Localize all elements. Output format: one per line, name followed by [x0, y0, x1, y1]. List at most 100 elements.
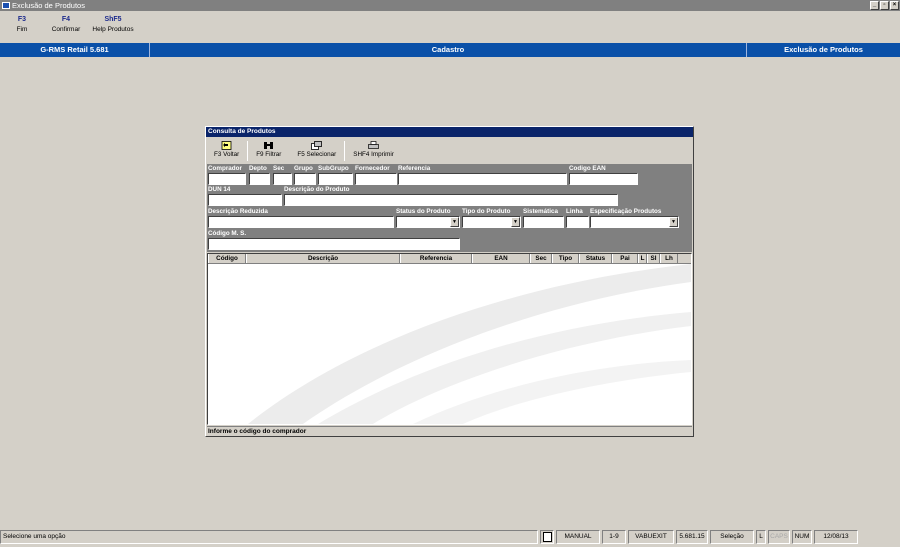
fkey-fim[interactable]: F3 Fim	[0, 15, 44, 41]
grupo-input[interactable]	[294, 173, 316, 185]
grupo-label: Grupo	[294, 165, 313, 172]
filter-panel: Comprador Depto Sec Grupo SubGrupo Forne…	[207, 164, 692, 252]
tipo-produto-select[interactable]: ▼	[462, 216, 521, 228]
sec-input[interactable]	[273, 173, 292, 185]
column-header[interactable]: Tipo	[552, 254, 579, 263]
depto-label: Depto	[249, 165, 267, 172]
imprimir-button[interactable]: SHF4 Imprimir	[345, 139, 402, 163]
tool-label: F3 Voltar	[214, 151, 240, 158]
fkey-label: Confirmar	[51, 26, 81, 33]
screen-title: Exclusão de Produtos	[784, 45, 863, 54]
especificacao-select[interactable]: ▼	[590, 216, 679, 228]
tool-label: F5 Selecionar	[297, 151, 337, 158]
dialog-toolbar: F3 Voltar F9 Filtrar F5 Selecionar SHF4 …	[206, 139, 402, 163]
watermark-swoosh	[248, 264, 691, 424]
document-icon	[540, 530, 554, 544]
column-header[interactable]: EAN	[472, 254, 530, 263]
codigo-ean-label: Codigo EAN	[569, 165, 606, 172]
select-icon	[311, 141, 323, 150]
subgrupo-label: SubGrupo	[318, 165, 349, 172]
codigo-ean-input[interactable]	[569, 173, 638, 185]
header-band: G-RMS Retail 5.681 Cadastro Exclusão de …	[0, 43, 900, 57]
fkey-confirmar[interactable]: F4 Confirmar	[44, 15, 88, 41]
comprador-label: Comprador	[208, 165, 242, 172]
comprador-input[interactable]	[208, 173, 246, 185]
status-mode: MANUAL	[556, 530, 600, 544]
column-header[interactable]: L	[638, 254, 647, 263]
status-action: Seleção	[710, 530, 754, 544]
section-title: Cadastro	[150, 43, 747, 57]
descricao-reduzida-input[interactable]	[208, 216, 394, 228]
tool-label: SHF4 Imprimir	[353, 151, 394, 158]
fkey-key: ShF5	[104, 16, 122, 23]
app-version: G-RMS Retail 5.681	[0, 43, 150, 57]
column-header[interactable]: Pai	[612, 254, 638, 263]
selecionar-button[interactable]: F5 Selecionar	[289, 139, 344, 163]
tipo-produto-label: Tipo do Produto	[462, 208, 511, 215]
fornecedor-input[interactable]	[355, 173, 397, 185]
window-titlebar: Exclusão de Produtos _ ▫ ×	[0, 0, 900, 11]
codigo-ms-input[interactable]	[208, 238, 460, 250]
maximize-button[interactable]: ▫	[880, 1, 889, 10]
fornecedor-label: Fornecedor	[355, 165, 390, 172]
tool-label: F9 Filtrar	[256, 151, 282, 158]
referencia-input[interactable]	[398, 173, 567, 185]
depto-input[interactable]	[249, 173, 270, 185]
window-title: Exclusão de Produtos	[12, 1, 85, 10]
dun14-label: DUN 14	[208, 186, 231, 193]
referencia-label: Referencia	[398, 165, 431, 172]
hint-text: Informe o código do comprador	[207, 426, 692, 435]
fkey-key: F4	[61, 16, 71, 23]
sistematica-input[interactable]	[523, 216, 564, 228]
chevron-down-icon[interactable]: ▼	[511, 217, 520, 227]
status-bar: Selecione uma opção MANUAL 1-9 VABUEXIT …	[0, 529, 900, 545]
column-header[interactable]: Referencia	[400, 254, 472, 263]
status-version: 5.681.15	[676, 530, 708, 544]
status-l: L	[756, 530, 766, 544]
status-caps: CAPS	[768, 530, 790, 544]
column-header[interactable]: Status	[579, 254, 612, 263]
linha-label: Linha	[566, 208, 583, 215]
minimize-button[interactable]: _	[870, 1, 879, 10]
dun14-input[interactable]	[208, 194, 282, 206]
column-header[interactable]: Lh	[660, 254, 678, 263]
column-header[interactable]: Código	[208, 254, 246, 263]
app-icon	[2, 2, 10, 9]
status-num: NUM	[792, 530, 812, 544]
status-program: VABUEXIT	[628, 530, 674, 544]
results-grid[interactable]: Código Descrição Referencia EAN Sec Tipo…	[207, 253, 692, 425]
status-produto-label: Status do Produto	[396, 208, 451, 215]
codigo-ms-label: Código M. S.	[208, 230, 247, 237]
close-button[interactable]: ×	[890, 1, 899, 10]
binoculars-icon	[263, 141, 274, 150]
chevron-down-icon[interactable]: ▼	[669, 217, 678, 227]
fkey-label: Help Produtos	[92, 26, 134, 33]
dialog-title: Consulta de Produtos	[206, 127, 693, 137]
column-header[interactable]: Descrição	[246, 254, 400, 263]
descricao-produto-input[interactable]	[284, 194, 618, 206]
fkey-help-produtos[interactable]: ShF5 Help Produtos	[88, 15, 138, 41]
consulta-produtos-dialog: Consulta de Produtos F3 Voltar F9 Filtra…	[205, 126, 694, 437]
descricao-reduzida-label: Descrição Reduzida	[208, 208, 268, 215]
voltar-button[interactable]: F3 Voltar	[206, 139, 247, 163]
filtrar-button[interactable]: F9 Filtrar	[248, 139, 289, 163]
status-message: Selecione uma opção	[0, 530, 538, 544]
column-header[interactable]: SI	[647, 254, 660, 263]
printer-icon	[368, 141, 379, 150]
column-header[interactable]: Sec	[530, 254, 552, 263]
chevron-down-icon[interactable]: ▼	[450, 217, 459, 227]
status-produto-select[interactable]: ▼	[396, 216, 460, 228]
fkey-label: Fim	[16, 26, 28, 33]
especificacao-label: Especificação Produtos	[590, 208, 662, 215]
sec-label: Sec	[273, 165, 285, 172]
linha-input[interactable]	[566, 216, 589, 228]
descricao-produto-label: Descrição do Produto	[284, 186, 350, 193]
sistematica-label: Sistemática	[523, 208, 559, 215]
window-controls: _ ▫ ×	[870, 1, 899, 10]
function-key-toolbar: F3 Fim F4 Confirmar ShF5 Help Produtos	[0, 15, 138, 41]
subgrupo-input[interactable]	[318, 173, 353, 185]
status-date: 12/08/13	[814, 530, 858, 544]
back-icon	[221, 141, 232, 150]
status-range: 1-9	[602, 530, 626, 544]
grid-header: Código Descrição Referencia EAN Sec Tipo…	[208, 254, 691, 264]
